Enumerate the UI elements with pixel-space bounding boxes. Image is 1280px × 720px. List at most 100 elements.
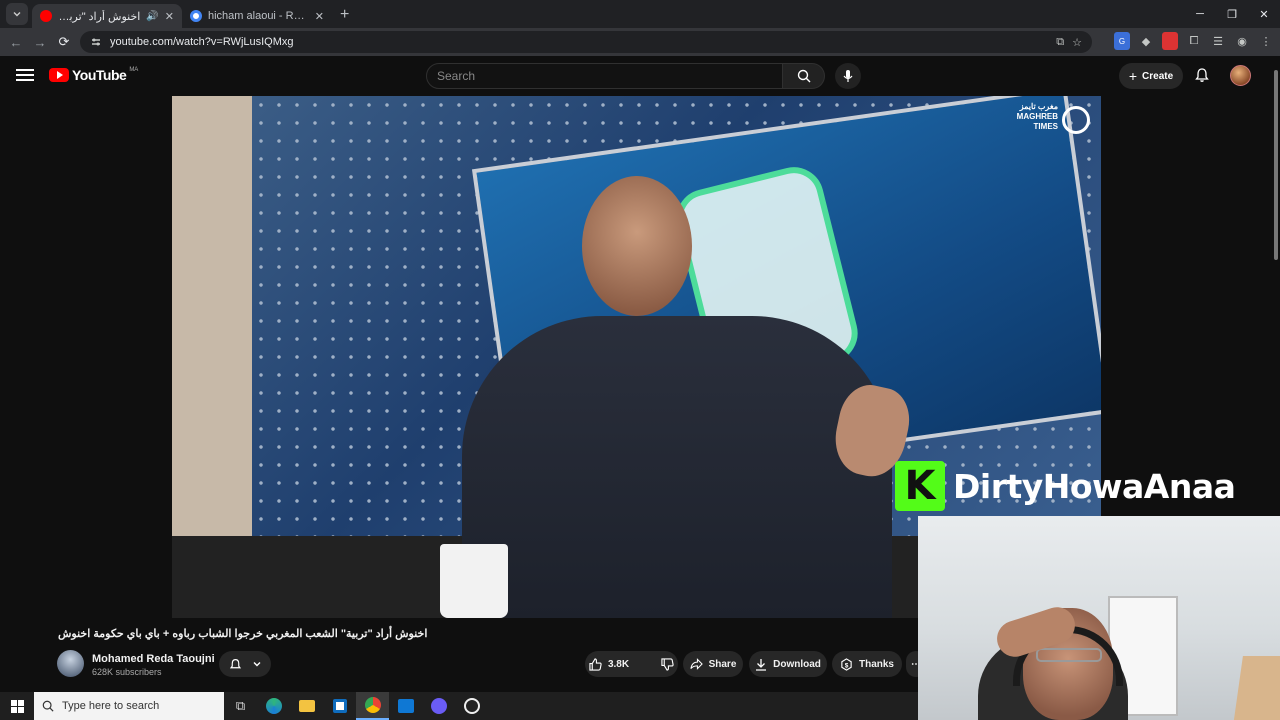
file-explorer-icon[interactable] [290, 692, 323, 720]
presenter-body [462, 316, 892, 618]
chevron-down-icon [253, 662, 260, 667]
kick-logo-icon: K [895, 461, 945, 511]
channel-watermark: مغرب تايمز MAGHREB TIMES [994, 102, 1094, 142]
share-button[interactable]: Share [683, 651, 743, 677]
tab-search-button[interactable] [6, 3, 28, 25]
watermark-logo-icon [1062, 106, 1090, 134]
discord-icon[interactable] [422, 692, 455, 720]
search-input[interactable] [426, 63, 783, 89]
site-info-icon[interactable] [90, 36, 102, 48]
thanks-button[interactable]: $ Thanks [832, 651, 902, 677]
obs-icon[interactable] [455, 692, 488, 720]
taskbar-search-placeholder: Type here to search [62, 700, 160, 712]
install-app-icon[interactable]: ⧉ [1056, 36, 1064, 49]
window-controls: ─ ❐ ✕ [1184, 0, 1280, 28]
subscriber-count: 628K subscribers [92, 667, 162, 677]
browser-tab-strip: اخنوش أراد "تربية" الشعب ا... 🔊 ✕ hicham… [0, 0, 1280, 28]
forward-arrow-icon[interactable]: → [28, 35, 52, 50]
bell-icon [229, 658, 241, 668]
thumbs-up-icon [589, 657, 602, 671]
logo-text: YouTube [72, 67, 127, 83]
tab-title: اخنوش أراد "تربية" الشعب ا... [58, 10, 141, 23]
thanks-label: Thanks [858, 658, 894, 670]
google-icon [190, 10, 202, 22]
glasses [1036, 648, 1102, 662]
url-field[interactable]: youtube.com/watch?v=RWjLusIQMxg ⧉ ☆ [80, 31, 1092, 53]
red-extension-icon[interactable] [1162, 32, 1178, 50]
thumbs-down-icon [661, 657, 674, 671]
hamburger-menu-icon[interactable] [16, 66, 34, 84]
bookmark-star-icon[interactable]: ☆ [1072, 36, 1082, 49]
search-button[interactable] [783, 63, 825, 89]
like-button[interactable]: 3.8K [579, 651, 639, 677]
streamer-name: DirtyHowaAnaa [953, 466, 1236, 506]
microphone-icon [843, 70, 853, 82]
puzzle-extensions-icon[interactable]: ⧠ [1186, 32, 1202, 50]
reading-list-icon[interactable]: ☰ [1210, 32, 1226, 50]
close-window-button[interactable]: ✕ [1248, 0, 1280, 28]
super-thanks-icon: $ [841, 657, 852, 671]
url-text: youtube.com/watch?v=RWjLusIQMxg [110, 36, 294, 48]
store-icon[interactable] [323, 692, 356, 720]
presenter-head [582, 176, 692, 316]
create-label: Create [1142, 70, 1174, 82]
notifications-bell-icon[interactable] [1194, 67, 1210, 83]
profile-icon[interactable]: ◉ [1234, 32, 1250, 50]
address-bar: ← → ⟳ youtube.com/watch?v=RWjLusIQMxg ⧉ … [0, 28, 1280, 56]
download-icon [756, 658, 767, 671]
tab-google-search[interactable]: hicham alaoui - Recherche Goo ✕ [182, 4, 332, 28]
country-code: MA [129, 67, 139, 73]
kebab-menu-icon[interactable]: ⋮ [1258, 32, 1274, 50]
watermark-text: مغرب تايمز MAGHREB TIMES [1016, 102, 1058, 131]
download-button[interactable]: Download [749, 651, 827, 677]
video-title: اخنوش أراد "تربية" الشعب المغربي خرجوا ا… [58, 628, 428, 640]
minimize-button[interactable]: ─ [1184, 0, 1216, 28]
youtube-favicon-icon [40, 10, 52, 22]
plus-icon: + [1128, 68, 1138, 84]
subscription-bell-button[interactable] [219, 651, 271, 677]
maximize-button[interactable]: ❐ [1216, 0, 1248, 28]
youtube-logo[interactable]: YouTube MA [49, 67, 138, 83]
dislike-button[interactable] [651, 651, 684, 677]
new-tab-button[interactable]: + [340, 6, 349, 24]
back-arrow-icon[interactable]: ← [4, 35, 28, 50]
share-arrow-icon [690, 658, 703, 670]
reload-icon[interactable]: ⟳ [52, 34, 76, 50]
close-tab-icon[interactable]: ✕ [315, 10, 324, 23]
search-bar [426, 63, 825, 89]
channel-avatar[interactable] [57, 650, 84, 677]
channel-name[interactable]: Mohamed Reda Taoujni [92, 653, 215, 665]
youtube-header: YouTube MA + Create [0, 56, 1280, 96]
close-tab-icon[interactable]: ✕ [165, 10, 174, 23]
youtube-play-icon [49, 68, 69, 82]
create-button[interactable]: + Create [1119, 63, 1183, 89]
voice-search-button[interactable] [835, 63, 861, 89]
edge-icon[interactable] [257, 692, 290, 720]
svg-text:$: $ [845, 662, 849, 669]
task-view-icon[interactable]: ⧉ [224, 692, 257, 720]
search-icon [797, 69, 810, 83]
translate-extension-icon[interactable]: G [1114, 32, 1130, 50]
tab-youtube[interactable]: اخنوش أراد "تربية" الشعب ا... 🔊 ✕ [32, 4, 182, 28]
diamond-extension-icon[interactable]: ◆ [1138, 32, 1154, 50]
background-door [1233, 656, 1280, 720]
like-dislike-group: 3.8K [585, 651, 678, 677]
kick-overlay: K DirtyHowaAnaa [895, 460, 1255, 512]
like-count: 3.8K [607, 658, 630, 670]
extensions-bar: G ◆ ⧠ ☰ ◉ ⋮ [1114, 32, 1274, 50]
chrome-icon[interactable] [356, 692, 389, 720]
outlook-icon[interactable] [389, 692, 422, 720]
taskbar-search-field[interactable]: Type here to search [34, 692, 224, 720]
branded-mug [440, 544, 508, 618]
webcam-overlay [918, 516, 1280, 720]
speaker-icon[interactable]: 🔊 [146, 11, 158, 22]
account-avatar[interactable] [1230, 65, 1251, 86]
download-label: Download [773, 658, 821, 670]
share-label: Share [708, 658, 737, 670]
chevron-down-icon [13, 12, 21, 17]
tab-title: hicham alaoui - Recherche Goo [208, 10, 309, 22]
search-icon [42, 700, 54, 712]
windows-taskbar: Type here to search ⧉ [0, 692, 918, 720]
page-scrollbar[interactable] [1272, 62, 1280, 262]
windows-start-icon[interactable] [0, 692, 34, 720]
